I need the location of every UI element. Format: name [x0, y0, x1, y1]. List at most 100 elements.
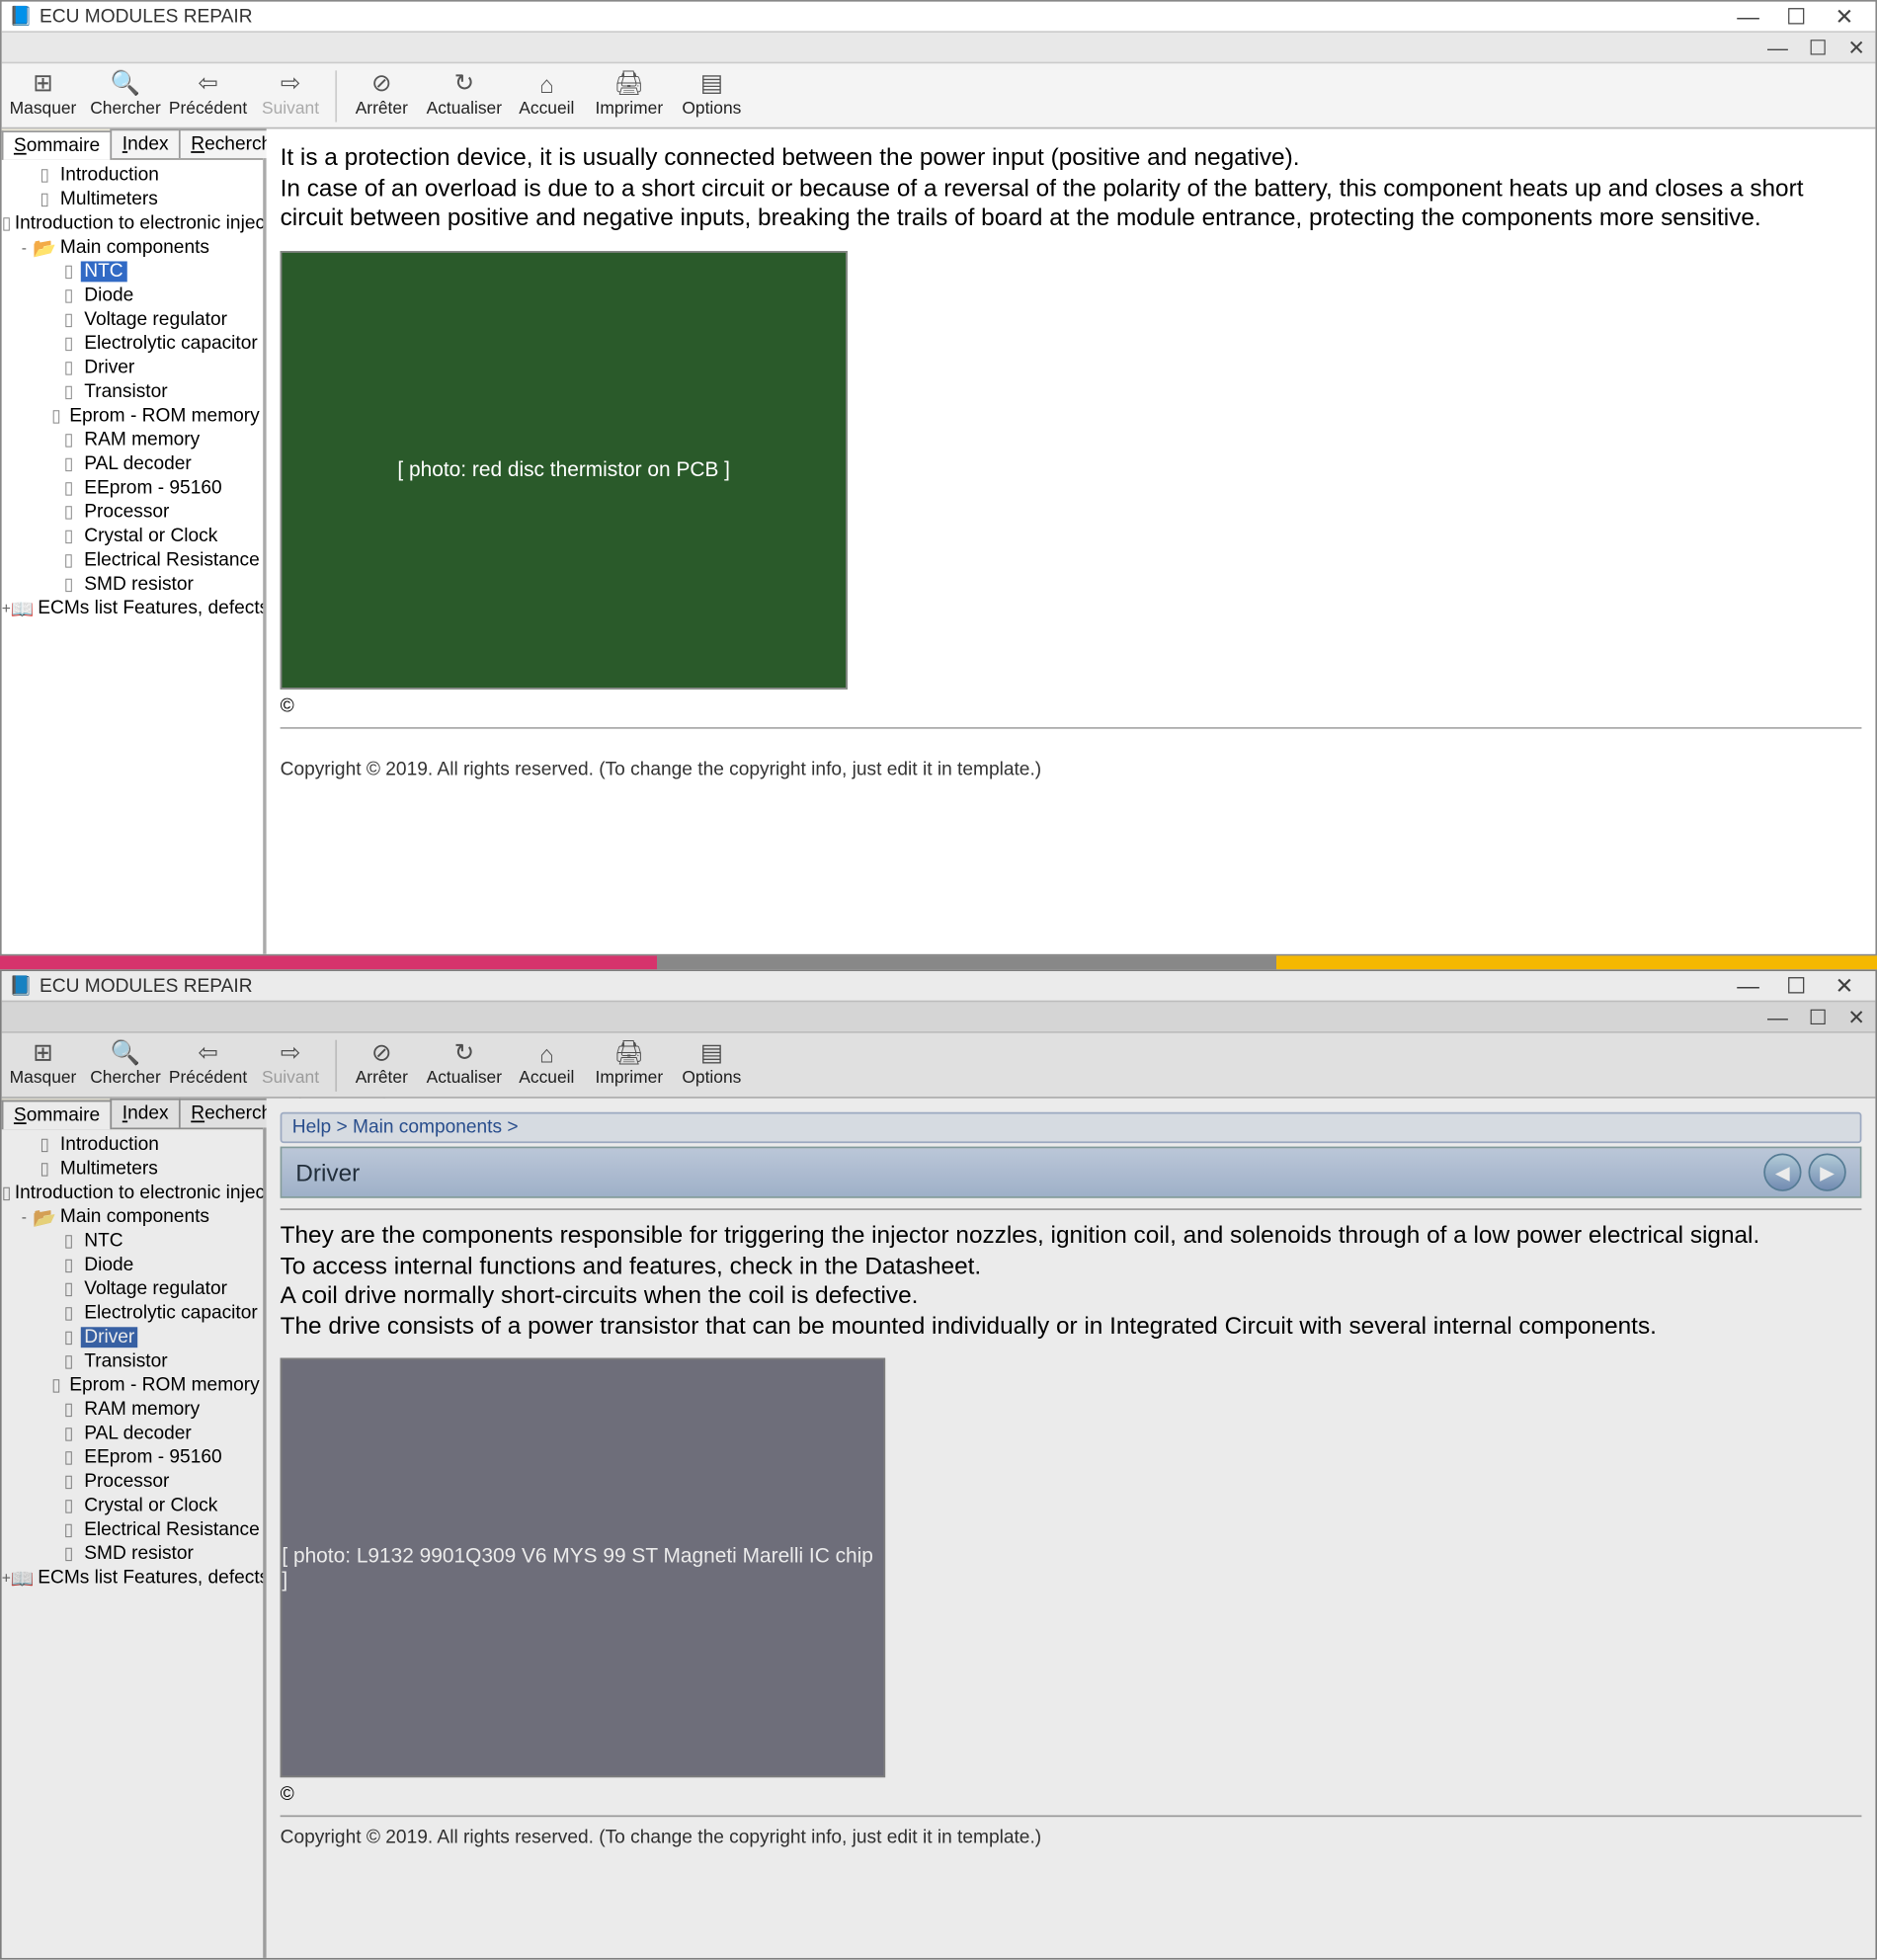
toolbar-accueil-button[interactable]: ⌂Accueil	[506, 68, 589, 123]
tree-item[interactable]: Multimeters	[2, 1157, 263, 1181]
tree-twist-icon[interactable]: -	[16, 239, 33, 256]
tree-item[interactable]: Eprom - ROM memory	[2, 404, 263, 428]
page-icon	[56, 1472, 80, 1491]
minimize-button[interactable]: —	[1724, 973, 1772, 999]
tree-twist-icon[interactable]: +	[2, 600, 11, 616]
tree-item[interactable]: +ECMs list Features, defects, and re	[2, 597, 263, 620]
toolbar-chercher-button[interactable]: 🔍Chercher	[84, 68, 167, 123]
sub-maximize-button[interactable]: ☐	[1809, 1005, 1828, 1028]
tree-item[interactable]: EEprom - 95160	[2, 476, 263, 500]
tree-item[interactable]: Eprom - ROM memory	[2, 1373, 263, 1397]
tree-item[interactable]: EEprom - 95160	[2, 1445, 263, 1469]
tree-item[interactable]: + ECMs list Features, defects, and re	[2, 1566, 263, 1590]
tree-item-label: ECMs list Features, defects, and re	[35, 1568, 263, 1589]
tree-item[interactable]: Introduction to electronic injection	[2, 1181, 263, 1204]
divider	[281, 1815, 1862, 1817]
sidebar: SommaireIndexRechercherFavoris Introduct…	[2, 1099, 267, 1958]
toolbar-arrêter-button[interactable]: ⊘Arrêter	[341, 1037, 424, 1093]
tree-item[interactable]: Transistor	[2, 1349, 263, 1373]
tree-item-label: Electrical Resistance	[81, 550, 264, 571]
imprimer-icon: 🖨	[588, 1037, 671, 1068]
tab-index[interactable]: Index	[111, 129, 181, 159]
tree-item[interactable]: Introduction to electronic injection	[2, 211, 263, 235]
tree-item[interactable]: Driver	[2, 1326, 263, 1349]
tree-item[interactable]: Processor	[2, 1470, 263, 1494]
toolbar: ⊞Masquer🔍Chercher⇦Précédent⇨Suivant⊘Arrê…	[2, 1033, 1876, 1099]
minimize-button[interactable]: —	[1724, 3, 1772, 29]
tree-item[interactable]: Electrolytic capacitor	[2, 1301, 263, 1325]
sidebar: SommaireIndexRechercherFavoris Introduct…	[2, 129, 267, 954]
toolbar-arrêter-button[interactable]: ⊘Arrêter	[341, 68, 424, 123]
paragraph: To access internal functions and feature…	[281, 1251, 1862, 1280]
breadcrumb-link[interactable]: Main components	[353, 1117, 502, 1138]
toolbar-imprimer-button[interactable]: 🖨Imprimer	[588, 68, 671, 123]
tab-index[interactable]: Index	[111, 1099, 181, 1128]
toolbar-actualiser-button[interactable]: ↻Actualiser	[423, 1037, 506, 1093]
sub-close-button[interactable]: ✕	[1847, 1005, 1865, 1028]
actualiser-icon: ↻	[423, 1037, 506, 1068]
tree-item[interactable]: Electrolytic capacitor	[2, 332, 263, 356]
tree-twist-icon[interactable]: +	[2, 1570, 11, 1587]
maximize-button[interactable]: ☐	[1772, 972, 1821, 1000]
toolbar-actualiser-button[interactable]: ↻Actualiser	[423, 68, 506, 123]
close-button[interactable]: ✕	[1821, 972, 1869, 1000]
tree-item[interactable]: NTC	[2, 1229, 263, 1253]
tab-sommaire[interactable]: Sommaire	[2, 130, 113, 160]
tree-item[interactable]: Transistor	[2, 380, 263, 404]
tree-item[interactable]: Crystal or Clock	[2, 1494, 263, 1517]
toolbar-accueil-button[interactable]: ⌂Accueil	[506, 1037, 589, 1093]
tree-item[interactable]: SMD resistor	[2, 572, 263, 596]
sub-close-button[interactable]: ✕	[1847, 36, 1865, 59]
toolbar-précédent-button[interactable]: ⇦Précédent	[167, 1037, 250, 1093]
tab-sommaire[interactable]: Sommaire	[2, 1101, 113, 1130]
toolbar-imprimer-button[interactable]: 🖨Imprimer	[588, 1037, 671, 1093]
tree-item[interactable]: Diode	[2, 1253, 263, 1276]
close-button[interactable]: ✕	[1821, 3, 1869, 31]
tree-item[interactable]: RAM memory	[2, 1398, 263, 1422]
page-icon	[56, 527, 80, 545]
toolbar-label: Suivant	[249, 1068, 332, 1092]
toolbar-masquer-button[interactable]: ⊞Masquer	[2, 68, 85, 123]
breadcrumb-link[interactable]: Help	[292, 1117, 331, 1138]
toolbar-masquer-button[interactable]: ⊞Masquer	[2, 1037, 85, 1093]
tree-item[interactable]: PAL decoder	[2, 1422, 263, 1445]
tree-item[interactable]: Crystal or Clock	[2, 525, 263, 548]
tree-item[interactable]: SMD resistor	[2, 1542, 263, 1566]
toolbar-options-button[interactable]: ▤Options	[671, 1037, 754, 1093]
tree-item[interactable]: Introduction	[2, 163, 263, 187]
tree-item[interactable]: Electrical Resistance	[2, 1517, 263, 1541]
content-pane: It is a protection device, it is usually…	[267, 129, 1876, 954]
page-icon	[56, 551, 80, 570]
tree-item[interactable]: RAM memory	[2, 428, 263, 451]
sub-minimize-button[interactable]: —	[1767, 36, 1788, 59]
sub-maximize-button[interactable]: ☐	[1809, 36, 1828, 59]
next-topic-button[interactable]: ►	[1808, 1154, 1845, 1191]
tree-item[interactable]: Driver	[2, 356, 263, 379]
titlebar[interactable]: 📘 ECU MODULES REPAIR — ☐ ✕	[2, 2, 1876, 33]
content-pane: Help > Main components > Driver ◄ ► They…	[267, 1099, 1876, 1958]
tree-item-label: Introduction to electronic injection	[11, 1183, 263, 1203]
tree-item[interactable]: PAL decoder	[2, 452, 263, 476]
titlebar[interactable]: 📘 ECU MODULES REPAIR — ☐ ✕	[2, 971, 1876, 1002]
sub-minimize-button[interactable]: —	[1767, 1005, 1788, 1028]
tree-item[interactable]: Multimeters	[2, 188, 263, 211]
tree-item[interactable]: -Main components	[2, 235, 263, 259]
tree-item-label: RAM memory	[81, 430, 204, 450]
page-icon	[56, 262, 80, 281]
tree-item[interactable]: NTC	[2, 260, 263, 284]
tree-twist-icon[interactable]: -	[16, 1208, 33, 1225]
tree-item[interactable]: Voltage regulator	[2, 1277, 263, 1301]
maximize-button[interactable]: ☐	[1772, 3, 1821, 31]
tree-item[interactable]: -Main components	[2, 1205, 263, 1229]
toolbar-options-button[interactable]: ▤Options	[671, 68, 754, 123]
tree-item[interactable]: Voltage regulator	[2, 307, 263, 331]
tree-item[interactable]: Electrical Resistance	[2, 548, 263, 572]
tree-item[interactable]: Processor	[2, 500, 263, 524]
imprimer-icon: 🖨	[588, 68, 671, 99]
prev-topic-button[interactable]: ◄	[1763, 1154, 1801, 1191]
toolbar-chercher-button[interactable]: 🔍Chercher	[84, 1037, 167, 1093]
tree-item[interactable]: Diode	[2, 284, 263, 307]
tree-item[interactable]: Introduction	[2, 1133, 263, 1157]
divider	[281, 1208, 1862, 1210]
toolbar-précédent-button[interactable]: ⇦Précédent	[167, 68, 250, 123]
